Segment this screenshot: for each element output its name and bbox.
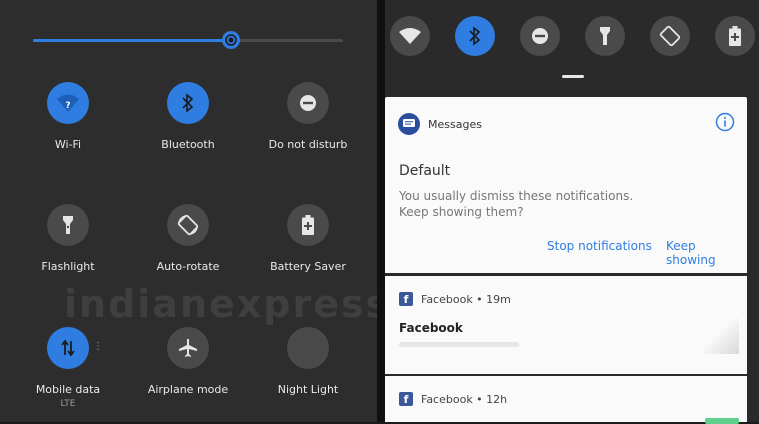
tile-flashlight[interactable]: Flashlight xyxy=(13,204,123,273)
notification-shade: Messages Default You usually dismiss the… xyxy=(385,0,759,424)
description-line: You usually dismiss these notifications. xyxy=(399,189,634,203)
tile-wifi[interactable]: ? Wi-Fi xyxy=(13,82,123,151)
description-line: Keep showing them? xyxy=(399,205,524,219)
notification-header: f Facebook • 19m xyxy=(399,292,511,306)
tile-label: Bluetooth xyxy=(161,138,215,151)
wifi-icon[interactable]: ? xyxy=(47,82,89,124)
brightness-icon[interactable] xyxy=(221,30,241,50)
tile-do-not-disturb[interactable]: Do not disturb xyxy=(253,82,363,151)
svg-text:?: ? xyxy=(65,101,70,111)
drag-handle[interactable] xyxy=(562,75,584,78)
notification-header-text: Facebook • 19m xyxy=(421,292,511,306)
bluetooth-icon[interactable] xyxy=(455,16,495,56)
notification-thumbnail xyxy=(705,418,739,424)
battery-saver-icon[interactable] xyxy=(715,16,755,56)
tile-label: Airplane mode xyxy=(147,383,229,396)
panel-divider xyxy=(377,0,385,422)
airplane-icon[interactable] xyxy=(167,327,209,369)
notification-title: Facebook xyxy=(399,321,463,335)
battery-saver-icon[interactable] xyxy=(287,204,329,246)
mobile-data-icon[interactable] xyxy=(47,327,89,369)
tile-mobile-data[interactable]: Mobile data LTE xyxy=(13,327,123,409)
night-light-icon[interactable] xyxy=(287,327,329,369)
brightness-slider[interactable] xyxy=(33,31,343,49)
notification-body-obscured xyxy=(399,342,519,347)
tile-label: Do not disturb xyxy=(268,138,348,151)
wifi-icon[interactable] xyxy=(390,16,430,56)
info-icon[interactable] xyxy=(715,112,735,136)
do-not-disturb-icon[interactable] xyxy=(287,82,329,124)
channel-title: Default xyxy=(399,163,451,179)
notification-header: Messages xyxy=(398,113,482,135)
notification-header: f Facebook • 12h xyxy=(399,392,507,406)
tile-label: Auto-rotate xyxy=(156,260,220,273)
stop-notifications-button[interactable]: Stop notifications xyxy=(547,239,652,253)
flashlight-icon[interactable] xyxy=(47,204,89,246)
tile-label: Wi-Fi xyxy=(54,138,82,151)
brightness-slider-fill xyxy=(33,39,232,42)
bluetooth-icon[interactable] xyxy=(167,82,209,124)
notification-thumbnail xyxy=(703,318,739,354)
tile-battery-saver[interactable]: Battery Saver xyxy=(253,204,363,273)
keep-showing-button[interactable]: Keep showing xyxy=(666,239,747,267)
facebook-notification-card[interactable]: f Facebook • 12h xyxy=(385,376,747,424)
facebook-icon: f xyxy=(399,292,413,306)
quick-settings-panel: ? Wi-Fi Bluetooth Do not disturb Flashli… xyxy=(0,0,499,422)
messages-notification-card: Messages Default You usually dismiss the… xyxy=(385,97,747,273)
channel-description: You usually dismiss these notifications.… xyxy=(399,188,729,220)
tile-label: Flashlight xyxy=(41,260,95,273)
notification-header-text: Facebook • 12h xyxy=(421,392,508,406)
facebook-icon: f xyxy=(399,392,413,406)
tile-sublabel: LTE xyxy=(60,399,76,409)
tile-label: Battery Saver xyxy=(270,260,346,273)
auto-rotate-icon[interactable] xyxy=(650,16,690,56)
flashlight-icon[interactable] xyxy=(585,16,625,56)
facebook-notification-card[interactable]: f Facebook • 19m Facebook xyxy=(385,276,747,374)
tile-label: Mobile data xyxy=(35,383,101,396)
tile-auto-rotate[interactable]: Auto-rotate xyxy=(133,204,243,273)
messages-app-icon xyxy=(398,113,420,135)
tile-bluetooth[interactable]: Bluetooth xyxy=(133,82,243,151)
tile-night-light[interactable]: Night Light xyxy=(253,327,363,396)
auto-rotate-icon[interactable] xyxy=(167,204,209,246)
tile-airplane-mode[interactable]: Airplane mode xyxy=(133,327,243,396)
app-name: Messages xyxy=(428,117,482,131)
expand-chevron-icon[interactable]: ⋮ xyxy=(93,341,103,352)
tile-label: Night Light xyxy=(277,383,339,396)
quick-settings-row xyxy=(385,0,759,80)
do-not-disturb-icon[interactable] xyxy=(520,16,560,56)
